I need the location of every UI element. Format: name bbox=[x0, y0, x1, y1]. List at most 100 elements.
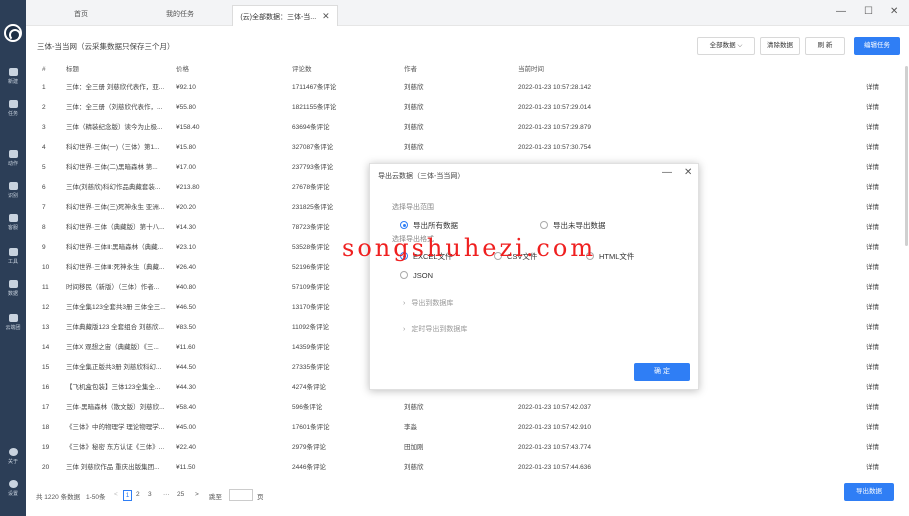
page-button[interactable]: 1 bbox=[123, 490, 132, 501]
details-link[interactable]: 详情 bbox=[866, 358, 879, 378]
table-cell: ¥11.50 bbox=[176, 464, 196, 471]
details-link[interactable]: 详情 bbox=[866, 198, 879, 218]
sidebar-item-recognize[interactable]: 识别 bbox=[0, 182, 26, 199]
table-cell: ¥92.10 bbox=[176, 84, 196, 91]
details-link[interactable]: 详情 bbox=[866, 338, 879, 358]
sidebar-item-action[interactable]: 动作 bbox=[0, 150, 26, 167]
table-cell: 20 bbox=[42, 464, 50, 471]
table-row[interactable]: 3 三体（精装纪念版）读今为止极... ¥158.40 63694条评论 刘慈欣 2022… bbox=[26, 118, 909, 138]
close-icon[interactable]: ✕ bbox=[684, 167, 692, 178]
clear-data-button[interactable]: 清除数据 bbox=[760, 37, 800, 55]
table-row[interactable]: 4 科幻世界·三体(一)（三体）第1... ¥15.80 327087条评论 刘慈欣 20… bbox=[26, 138, 909, 158]
table-cell: 【飞机盒包装】三体123全集全... bbox=[66, 384, 161, 391]
details-link[interactable]: 详情 bbox=[866, 438, 879, 458]
app-window: 新建 任务 动作 识别 客服 工具 数据 云端团 关于 设置 首页 我的任务 (… bbox=[0, 0, 909, 516]
tab-home[interactable]: 首页 bbox=[36, 5, 126, 26]
table-cell: 刘慈欣 bbox=[404, 84, 424, 91]
radio-icon bbox=[540, 221, 548, 229]
details-link[interactable]: 详情 bbox=[866, 78, 879, 98]
radio-json[interactable]: JSON bbox=[400, 271, 433, 281]
details-link[interactable]: 详情 bbox=[866, 178, 879, 198]
table-row[interactable]: 1 三体：全三册 刘慈欣代表作，亚... ¥92.10 1711467条评论 刘慈欣 20… bbox=[26, 78, 909, 98]
details-link[interactable]: 详情 bbox=[866, 298, 879, 318]
column-header[interactable]: # bbox=[42, 60, 46, 80]
page-ellipsis[interactable]: ··· bbox=[163, 490, 170, 501]
details-link[interactable]: 详情 bbox=[866, 238, 879, 258]
next-page-button[interactable]: > bbox=[195, 490, 199, 501]
table-header: # 标题 价格 评论数 作者 当前时间 bbox=[26, 60, 909, 80]
export-dialog: 导出云数据（三体-当当网） — ✕ 选择导出范围 导出所有数据 导出未导出数据 … bbox=[369, 163, 699, 390]
column-header[interactable]: 当前时间 bbox=[518, 60, 718, 80]
column-header[interactable]: 作者 bbox=[404, 60, 514, 80]
sidebar-item-cloud[interactable]: 云端团 bbox=[0, 314, 26, 331]
sidebar-item-tools[interactable]: 工具 bbox=[0, 248, 26, 265]
sidebar-item-about[interactable]: 关于 bbox=[0, 448, 26, 465]
expand-label: 导出到数据库 bbox=[411, 300, 454, 307]
sidebar-item-tasks[interactable]: 任务 bbox=[0, 100, 26, 117]
dialog-title: 导出云数据（三体-当当网） bbox=[378, 173, 465, 180]
table-cell: ¥55.80 bbox=[176, 104, 196, 111]
data-icon bbox=[8, 280, 18, 288]
details-link[interactable]: 详情 bbox=[866, 218, 879, 238]
prev-page-button[interactable]: < bbox=[114, 490, 118, 501]
table-cell: 《三体》中的物理学 理论物理学... bbox=[66, 424, 165, 431]
scrollbar[interactable] bbox=[905, 66, 908, 246]
table-row[interactable]: 19 《三体》秘密 东方认证《三体》... ¥22.40 2979条评论 田加刚 2022… bbox=[26, 438, 909, 458]
edit-task-button[interactable]: 编辑任务 bbox=[854, 37, 900, 55]
column-header[interactable]: 评论数 bbox=[292, 60, 402, 80]
tab-my-tasks[interactable]: 我的任务 bbox=[130, 5, 230, 26]
close-window-icon[interactable]: ✕ bbox=[890, 6, 898, 17]
toolbox-icon bbox=[8, 248, 18, 256]
page-button[interactable]: 25 bbox=[177, 490, 184, 501]
table-cell: 6 bbox=[42, 184, 46, 191]
column-header[interactable]: 标题 bbox=[66, 60, 176, 80]
export-to-db-toggle[interactable]: › 导出到数据库 bbox=[403, 298, 453, 308]
expand-label: 定时导出到数据库 bbox=[411, 326, 468, 333]
maximize-icon[interactable]: ☐ bbox=[864, 6, 873, 17]
details-link[interactable]: 详情 bbox=[866, 258, 879, 278]
scheduled-export-toggle[interactable]: › 定时导出到数据库 bbox=[403, 324, 467, 334]
table-cell: ¥26.40 bbox=[176, 264, 196, 271]
details-link[interactable]: 详情 bbox=[866, 278, 879, 298]
sidebar-item-data[interactable]: 数据 bbox=[0, 280, 26, 297]
tab-label: 首页 bbox=[74, 11, 88, 18]
details-link[interactable]: 详情 bbox=[866, 378, 879, 398]
table-row[interactable]: 20 三体 刘慈欣作品 重庆出版集团... ¥11.50 2446条评论 刘慈欣 2022… bbox=[26, 458, 909, 478]
minimize-icon[interactable]: — bbox=[662, 167, 672, 178]
details-link[interactable]: 详情 bbox=[866, 458, 879, 478]
table-row[interactable]: 2 三体：全三册（刘慈欣代表作，... ¥55.80 1821155条评论 刘慈欣 202… bbox=[26, 98, 909, 118]
page-button[interactable]: 2 bbox=[136, 490, 140, 501]
radio-export-unexported[interactable]: 导出未导出数据 bbox=[540, 221, 606, 231]
details-link[interactable]: 详情 bbox=[866, 98, 879, 118]
table-cell: 1821155条评论 bbox=[292, 104, 337, 111]
scope-label: 选择导出范围 bbox=[392, 204, 434, 211]
goto-page-input[interactable] bbox=[229, 489, 253, 501]
details-link[interactable]: 详情 bbox=[866, 138, 879, 158]
tab-all-data[interactable]: (云)全部数据：三体-当... ✕ bbox=[232, 5, 338, 26]
export-data-button[interactable]: 导出数据 bbox=[844, 483, 894, 501]
details-link[interactable]: 详情 bbox=[866, 118, 879, 138]
table-cell: 11 bbox=[42, 284, 49, 291]
close-icon[interactable]: ✕ bbox=[322, 11, 330, 21]
sidebar-item-settings[interactable]: 设置 bbox=[0, 480, 26, 497]
filter-dropdown[interactable]: 全部数据 ⌵ bbox=[697, 37, 755, 55]
table-cell: 科幻世界·三体(三)死神永生 亚洲... bbox=[66, 204, 165, 211]
minimize-icon[interactable]: — bbox=[836, 6, 846, 17]
refresh-button[interactable]: 刷 新 bbox=[805, 37, 845, 55]
table-row[interactable]: 17 三体·黑暗森林（散文版）刘慈欣... ¥58.40 596条评论 刘慈欣 2022-… bbox=[26, 398, 909, 418]
details-link[interactable]: 详情 bbox=[866, 418, 879, 438]
page-size: 1-50条 bbox=[86, 494, 106, 501]
details-link[interactable]: 详情 bbox=[866, 318, 879, 338]
radio-export-all[interactable]: 导出所有数据 bbox=[400, 221, 458, 231]
sidebar-item-service[interactable]: 客服 bbox=[0, 214, 26, 231]
table-row[interactable]: 18 《三体》中的物理学 理论物理学... ¥45.00 17601条评论 李淼 2022… bbox=[26, 418, 909, 438]
chevron-right-icon: › bbox=[403, 300, 406, 307]
page-button[interactable]: 3 bbox=[148, 490, 152, 501]
details-link[interactable]: 详情 bbox=[866, 158, 879, 178]
column-header[interactable]: 价格 bbox=[176, 60, 286, 80]
table-cell: 刘慈欣 bbox=[404, 404, 424, 411]
table-cell: 8 bbox=[42, 224, 46, 231]
confirm-button[interactable]: 确 定 bbox=[634, 363, 690, 381]
sidebar-item-new[interactable]: 新建 bbox=[0, 68, 26, 85]
details-link[interactable]: 详情 bbox=[866, 398, 879, 418]
